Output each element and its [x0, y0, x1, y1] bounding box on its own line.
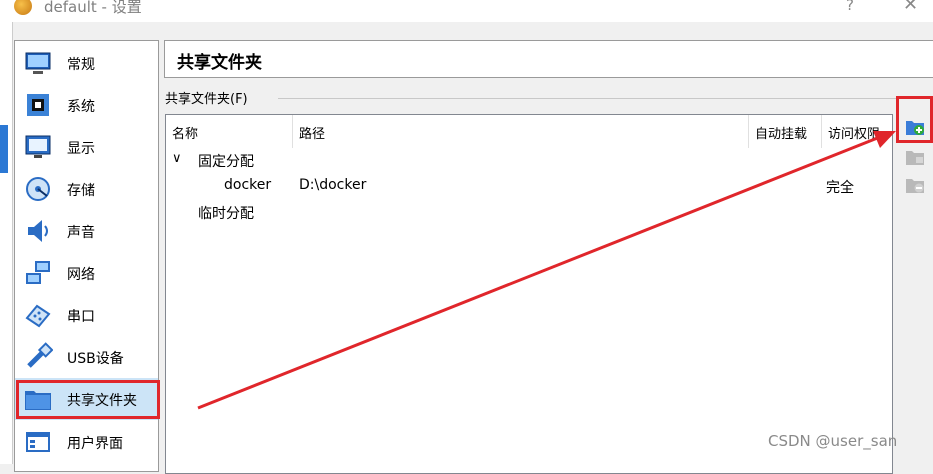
annotation-arrow: [197, 131, 896, 410]
watermark: CSDN @user_san: [768, 432, 898, 450]
